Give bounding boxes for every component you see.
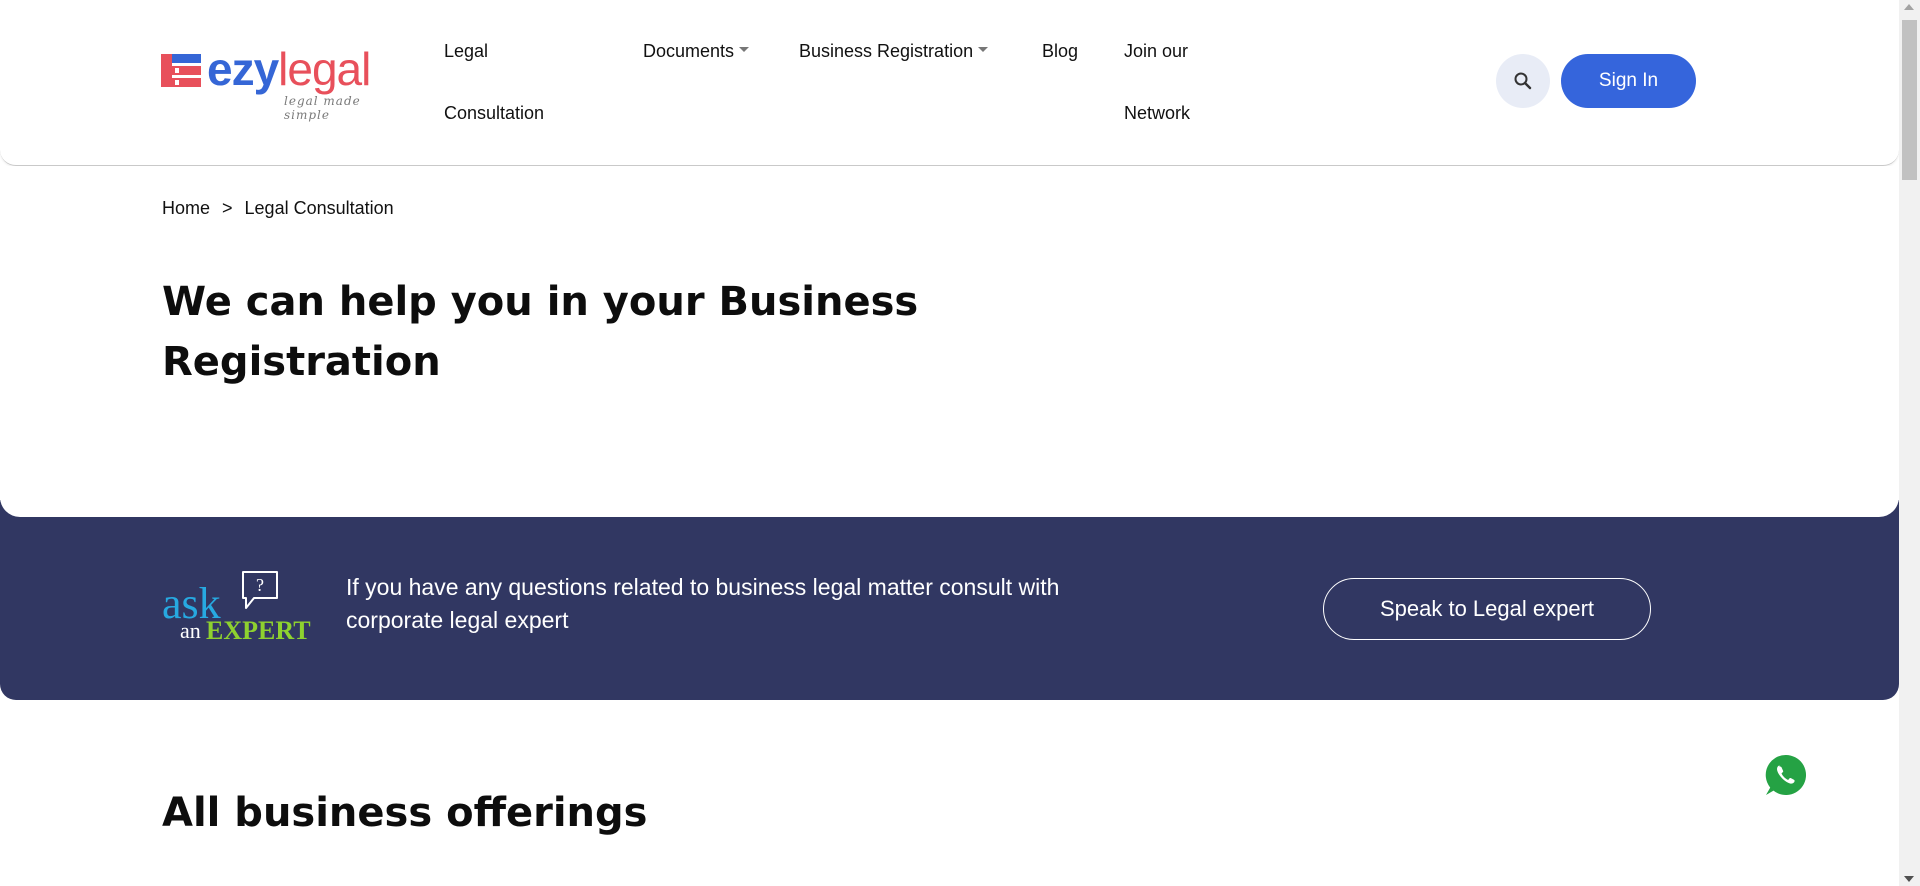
breadcrumb-home[interactable]: Home [162,198,210,218]
sign-in-button[interactable]: Sign In [1561,54,1696,108]
bubble-question-mark: ? [256,575,264,595]
nav-label: Network [1124,103,1191,123]
whatsapp-icon[interactable] [1764,753,1808,797]
page-title-line: We can help you in your Business [162,279,919,325]
nav-label: Documents [643,41,735,61]
search-icon [1514,72,1532,90]
nav-label: Legal [444,41,489,61]
nav-legal-consultation[interactable]: Legal Consultation [444,20,544,144]
ask-expert-text-line: If you have any questions related to bus… [346,574,1060,600]
page-scrollbar[interactable] [1899,0,1920,886]
nav-label: Join our [1124,41,1189,61]
caret-down-icon [978,46,989,52]
offerings-heading: All business offerings [162,790,648,836]
site-header: ezylegal legal made simple Legal Consult… [0,0,1899,166]
ask-expert-text-line: corporate legal expert [346,607,569,633]
search-button[interactable] [1496,54,1550,108]
logo-text: ezylegal [207,43,371,95]
nav-label: Consultation [444,103,545,123]
scroll-up-arrow-icon[interactable] [1904,4,1914,10]
nav-blog[interactable]: Blog [1042,20,1078,82]
breadcrumb-separator: > [222,198,233,218]
nav-join-network[interactable]: Join our Network [1124,20,1190,144]
speak-to-legal-expert-button[interactable]: Speak to Legal expert [1323,578,1651,640]
an-word: an [180,618,201,643]
speech-bubble-icon: ? [242,571,278,609]
nav-documents[interactable]: Documents [643,20,750,82]
page-title: We can help you in your Business Registr… [162,272,922,392]
scrollbar-thumb[interactable] [1902,20,1917,180]
nav-label: Blog [1042,41,1079,61]
scroll-down-arrow-icon[interactable] [1904,876,1914,882]
breadcrumb: Home > Legal Consultation [162,198,394,219]
ask-an-expert-logo: ask an EXPERT ? [162,570,322,650]
ezylegal-logo[interactable]: ezylegal legal made simple [161,43,401,122]
breadcrumb-current: Legal Consultation [244,198,394,218]
nav-label: Business Registration [799,41,974,61]
page-title-line: Registration [162,339,441,385]
nav-business-registration[interactable]: Business Registration [799,20,989,82]
expert-word: EXPERT [206,616,311,645]
logo-mark-icon [161,54,201,87]
logo-tagline: legal made simple [284,94,361,122]
ask-expert-text: If you have any questions related to bus… [346,571,1126,637]
caret-down-icon [739,46,750,52]
